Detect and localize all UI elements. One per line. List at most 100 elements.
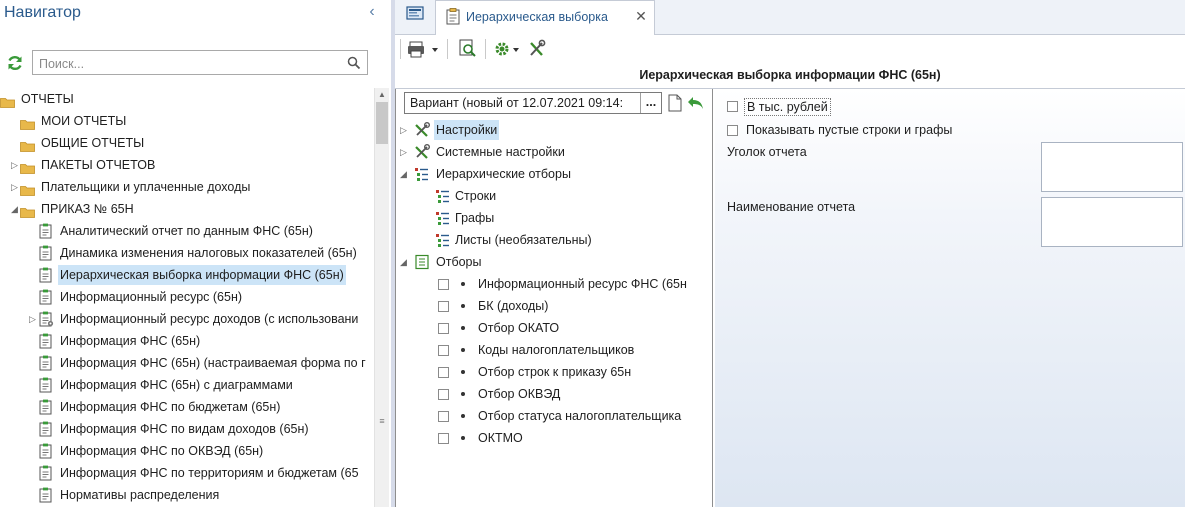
report-name-field[interactable]: [1041, 197, 1183, 247]
nav-report-item[interactable]: Информация ФНС по видам доходов (65н): [0, 419, 372, 439]
nav-item-label: Информация ФНС по ОКВЭД (65н): [60, 444, 264, 458]
settings-item-label: Листы (необязательны): [455, 233, 592, 247]
filter-checkbox[interactable]: [438, 411, 449, 422]
collapsed-arrow-icon[interactable]: ▷: [28, 309, 37, 329]
toolbar-separator: [400, 39, 401, 59]
tab-hierarchical-selection[interactable]: Иерархическая выборка ✕: [435, 0, 655, 35]
settings-tree-item[interactable]: Строки: [396, 186, 711, 206]
nav-folder-item[interactable]: МОИ ОТЧЕТЫ: [0, 111, 372, 131]
nav-item-label: Информационный ресурс доходов (с использ…: [60, 312, 359, 326]
home-tab-icon[interactable]: [395, 0, 435, 34]
nav-item-label: ПАКЕТЫ ОТЧЕТОВ: [41, 158, 156, 172]
nav-report-item[interactable]: Информация ФНС (65н) с диаграммами: [0, 375, 372, 395]
preview-button[interactable]: [457, 38, 479, 60]
filter-item[interactable]: Коды налогоплательщиков: [396, 340, 711, 360]
collapsed-arrow-icon[interactable]: ▷: [399, 142, 408, 162]
bullet-icon: [461, 370, 465, 374]
filter-item[interactable]: Отбор статуса налогоплательщика: [396, 406, 711, 426]
filter-checkbox[interactable]: [438, 323, 449, 334]
variant-selector[interactable]: Вариант (новый от 12.07.2021 09:14: ...: [404, 92, 662, 114]
report-icon: [38, 355, 54, 371]
tools-button[interactable]: [527, 38, 547, 60]
scrollbar-thumb[interactable]: [376, 102, 388, 144]
nav-folder-item[interactable]: ▷ ПАКЕТЫ ОТЧЕТОВ: [0, 155, 372, 175]
corner-field[interactable]: [1041, 142, 1183, 192]
nav-report-item[interactable]: Иерархическая выборка информации ФНС (65…: [0, 265, 372, 285]
refresh-icon[interactable]: [6, 54, 24, 72]
search-icon[interactable]: [347, 56, 361, 70]
report-icon: [38, 245, 54, 261]
settings-tree-item[interactable]: ◢ Иерархические отборы: [396, 164, 711, 184]
folder-icon: [20, 204, 35, 218]
document-icon[interactable]: [667, 94, 683, 112]
nav-item-label: Нормативы распределения: [60, 488, 220, 502]
settings-tree-item[interactable]: Листы (необязательны): [396, 230, 711, 250]
show-empty-checkbox[interactable]: [727, 125, 738, 136]
scroll-up-icon[interactable]: ▲: [375, 88, 389, 102]
nav-folder-item[interactable]: ◢ОТЧЕТЫ: [0, 89, 372, 109]
filter-checkbox[interactable]: [438, 367, 449, 378]
expanded-arrow-icon[interactable]: ◢: [399, 252, 408, 272]
report-tab-icon: [446, 8, 460, 25]
filter-item[interactable]: Отбор ОКАТО: [396, 318, 711, 338]
undo-arrow-icon[interactable]: [687, 94, 705, 112]
filter-checkbox[interactable]: [438, 279, 449, 290]
nav-report-item[interactable]: Информация ФНС по бюджетам (65н): [0, 397, 372, 417]
navigator-scrollbar[interactable]: ▲ ≡: [374, 88, 389, 507]
filter-checkbox[interactable]: [438, 389, 449, 400]
expanded-arrow-icon[interactable]: ◢: [399, 164, 408, 184]
settings-item-label: Отборы: [436, 255, 482, 269]
filter-checkbox[interactable]: [438, 345, 449, 356]
nav-report-item[interactable]: Информация ФНС (65н) (настраиваемая форм…: [0, 353, 372, 373]
filter-item[interactable]: Отбор строк к приказу 65н: [396, 362, 711, 382]
settings-tree-item[interactable]: ◢ Отборы: [396, 252, 711, 272]
filter-label: Отбор строк к приказу 65н: [478, 365, 632, 379]
settings-tree-item[interactable]: ▷ Настройки: [396, 120, 711, 140]
nav-report-item[interactable]: Нормативы распределения: [0, 485, 372, 505]
report-icon: [38, 443, 54, 459]
settings-gear-button[interactable]: [493, 38, 521, 60]
nav-item-label: Аналитический отчет по данным ФНС (65н): [60, 224, 313, 238]
collapsed-arrow-icon[interactable]: ▷: [10, 155, 19, 175]
nav-report-item[interactable]: Информационный ресурс (65н): [0, 287, 372, 307]
report-icon: [38, 377, 54, 393]
thousands-checkbox[interactable]: [727, 101, 738, 112]
close-tab-icon[interactable]: ✕: [634, 9, 648, 23]
nav-item-label: Иерархическая выборка информации ФНС (65…: [58, 265, 346, 285]
report-icon: [38, 421, 54, 437]
bullet-icon: [461, 414, 465, 418]
settings-tree-item[interactable]: Графы: [396, 208, 711, 228]
scroll-grip-icon[interactable]: ≡: [377, 416, 387, 426]
nav-folder-item[interactable]: ОБЩИЕ ОТЧЕТЫ: [0, 133, 372, 153]
navigator-panel: Навигатор ‹ ◢ОТЧЕТЫМОИ ОТЧЕТЫОБЩИЕ ОТЧЕТ…: [0, 0, 391, 507]
nav-folder-item[interactable]: ▷ Плательщики и уплаченные доходы: [0, 177, 372, 197]
nav-report-item[interactable]: Информация ФНС по территориям и бюджетам…: [0, 463, 372, 483]
folder-icon: [20, 182, 35, 196]
filter-checkbox[interactable]: [438, 433, 449, 444]
collapse-navigator-icon[interactable]: ‹: [362, 2, 382, 22]
filter-item[interactable]: Отбор ОКВЭД: [396, 384, 711, 404]
nav-folder-item[interactable]: ◢ ПРИКАЗ № 65Н: [0, 199, 372, 219]
nav-report-item[interactable]: Аналитический отчет по данным ФНС (65н): [0, 221, 372, 241]
nav-report-item[interactable]: Динамика изменения налоговых показателей…: [0, 243, 372, 263]
filter-item[interactable]: Информационный ресурс ФНС (65н: [396, 274, 711, 294]
report-icon: [38, 223, 54, 239]
filter-item[interactable]: ОКТМО: [396, 428, 711, 448]
variant-browse-button[interactable]: ...: [640, 93, 661, 113]
thousands-label: В тыс. рублей: [744, 98, 831, 116]
corner-label: Уголок отчета: [727, 145, 807, 159]
nav-report-item[interactable]: Информация ФНС (65н): [0, 331, 372, 351]
settings-tree-item[interactable]: ▷ Системные настройки: [396, 142, 711, 162]
report-icon: [38, 487, 54, 503]
collapsed-arrow-icon[interactable]: ▷: [10, 177, 19, 197]
print-button[interactable]: [407, 38, 439, 60]
report-icon: [38, 333, 54, 349]
filter-item[interactable]: БК (доходы): [396, 296, 711, 316]
nav-report-item[interactable]: ▷ Информационный ресурс доходов (с исполь…: [0, 309, 372, 329]
expanded-arrow-icon[interactable]: ◢: [10, 199, 19, 219]
filter-label: Информационный ресурс ФНС (65н: [478, 277, 687, 291]
search-input[interactable]: [37, 54, 341, 73]
collapsed-arrow-icon[interactable]: ▷: [399, 120, 408, 140]
nav-report-item[interactable]: Информация ФНС по ОКВЭД (65н): [0, 441, 372, 461]
filter-checkbox[interactable]: [438, 301, 449, 312]
